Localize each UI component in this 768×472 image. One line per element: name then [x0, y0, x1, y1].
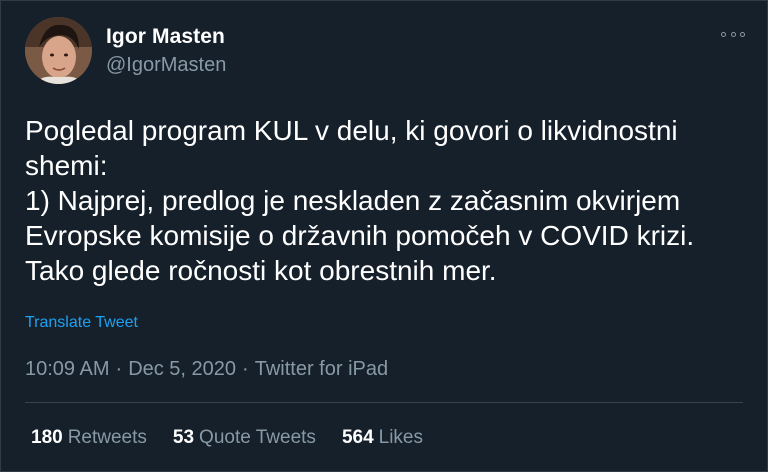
author-display-name[interactable]: Igor Masten	[106, 25, 225, 49]
author-handle[interactable]: @IgorMasten	[106, 54, 226, 77]
meta-separator: ·	[242, 358, 249, 380]
retweets-stat[interactable]: 180 Retweets	[31, 427, 147, 449]
likes-stat[interactable]: 564 Likes	[342, 427, 423, 449]
tweet-metadata: 10:09 AM · Dec 5, 2020 · Twitter for iPad	[25, 358, 388, 381]
avatar[interactable]	[25, 17, 92, 84]
tweet-time[interactable]: 10:09 AM	[25, 358, 110, 380]
likes-label: Likes	[378, 427, 423, 448]
quote-tweets-stat[interactable]: 53 Quote Tweets	[173, 427, 316, 449]
retweets-label: Retweets	[67, 427, 147, 448]
tweet-card: Igor Masten @IgorMasten Pogledal program…	[0, 0, 768, 472]
quote-tweets-count: 53	[172, 427, 195, 448]
tweet-date[interactable]: Dec 5, 2020	[128, 358, 236, 380]
quote-tweets-label: Quote Tweets	[199, 427, 316, 448]
meta-separator: ·	[115, 358, 123, 380]
more-horizontal-icon[interactable]	[721, 27, 745, 41]
more-dot	[740, 31, 745, 37]
tweet-source[interactable]: Twitter for iPad	[255, 358, 388, 380]
divider	[25, 402, 743, 403]
retweets-count: 180	[31, 427, 63, 448]
tweet-text: Pogledal program KUL v delu, ki govori o…	[25, 115, 695, 286]
more-dot	[730, 31, 736, 37]
more-dot	[721, 31, 726, 37]
likes-count: 564	[341, 427, 374, 448]
translate-tweet-link[interactable]: Translate Tweet	[25, 314, 138, 332]
engagement-stats: 180 Retweets 53 Quote Tweets 564 Likes	[31, 427, 423, 449]
avatar-image	[25, 17, 92, 84]
